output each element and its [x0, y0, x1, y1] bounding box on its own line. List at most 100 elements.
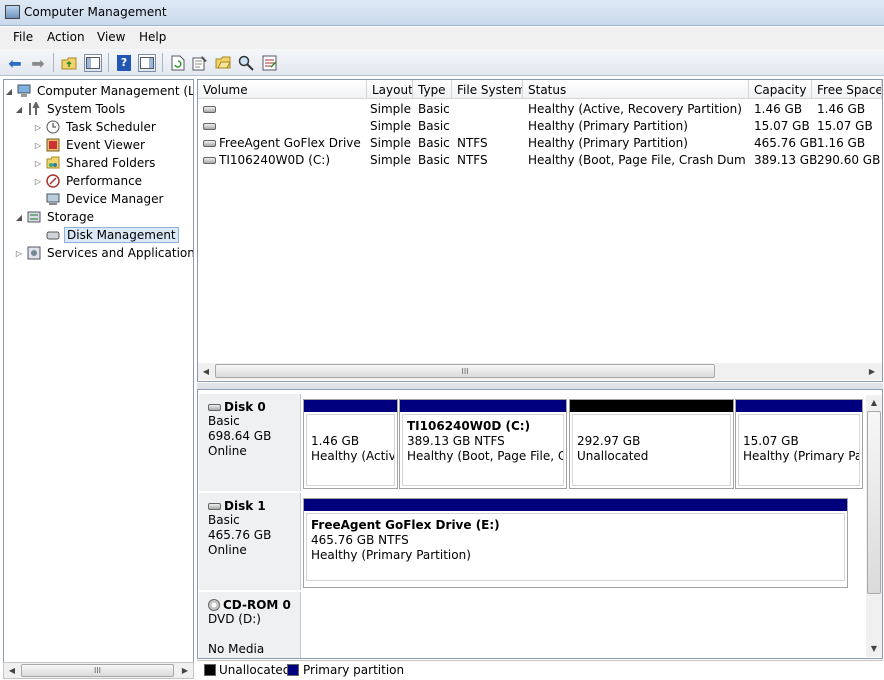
menu-action[interactable]: Action — [43, 30, 89, 44]
expand-icon[interactable]: ▷ — [33, 123, 43, 132]
partition-unallocated[interactable]: 292.97 GB Unallocated — [569, 399, 734, 489]
tree-label: Disk Management — [64, 227, 179, 243]
menu-view[interactable]: View — [93, 30, 129, 44]
cdrom-0-label[interactable]: CD-ROM 0 DVD (D:) No Media — [199, 592, 301, 658]
scroll-down-icon[interactable]: ▼ — [866, 641, 882, 656]
tree-item-event-viewer[interactable]: ▷ Event Viewer — [33, 136, 147, 154]
volume-list: Volume Layout Type File System Status Ca… — [197, 79, 883, 382]
tree-item-device-manager[interactable]: Device Manager — [33, 190, 165, 208]
legend-primary-partition: Primary partition — [303, 663, 405, 677]
tree-item-performance[interactable]: ▷ Performance — [33, 172, 144, 190]
disk-1-label[interactable]: Disk 1 Basic 465.76 GB Online — [199, 493, 301, 590]
up-folder-icon[interactable] — [60, 54, 78, 72]
tree-label: Computer Management (Local — [37, 84, 194, 98]
disk-view-vertical-scrollbar[interactable]: ▲ ▼ — [866, 395, 882, 657]
scroll-right-icon[interactable]: ▶ — [864, 364, 880, 379]
column-header-status[interactable]: Status — [523, 80, 749, 99]
toolbar-separator — [108, 53, 109, 72]
drive-icon — [203, 106, 216, 113]
services-icon — [26, 245, 42, 261]
show-hide-action-pane-icon[interactable] — [138, 54, 156, 72]
collapse-icon[interactable]: ◢ — [4, 87, 14, 96]
table-row[interactable]: Simple Basic Healthy (Active, Recovery P… — [198, 101, 882, 118]
expand-icon[interactable]: ▷ — [33, 177, 43, 186]
back-arrow-icon[interactable]: ⬅ — [6, 54, 24, 73]
disk-0-label[interactable]: Disk 0 Basic 698.64 GB Online — [199, 394, 301, 491]
computer-icon — [16, 83, 32, 99]
menu-bar: File Action View Help — [0, 27, 884, 49]
expand-icon[interactable]: ▷ — [14, 249, 24, 258]
tree-item-system-tools[interactable]: ◢ System Tools — [14, 100, 127, 118]
partition-c-drive[interactable]: TI106240W0D (C:) 389.13 GB NTFS Healthy (B… — [399, 399, 567, 489]
tree-item-computer-management[interactable]: ◢ Computer Management (Local — [4, 82, 194, 100]
tree-label: Services and Applications — [47, 246, 194, 260]
column-header-capacity[interactable]: Capacity — [749, 80, 812, 99]
scroll-right-icon[interactable]: ▶ — [177, 663, 193, 678]
scroll-thumb[interactable]: III — [215, 364, 715, 378]
disk-icon — [208, 403, 221, 411]
column-header-file-system[interactable]: File System — [452, 80, 523, 99]
tree-label: System Tools — [47, 102, 126, 116]
scroll-thumb[interactable] — [867, 411, 881, 594]
tree-item-disk-management[interactable]: Disk Management — [33, 226, 179, 244]
menu-help[interactable]: Help — [135, 30, 170, 44]
window-title: Computer Management — [24, 5, 167, 19]
toolbar-separator — [162, 53, 163, 72]
column-header-volume[interactable]: Volume — [198, 80, 367, 99]
collapse-icon[interactable]: ◢ — [14, 105, 24, 114]
table-row[interactable]: TI106240W0D (C:) Simple Basic NTFS Healt… — [198, 152, 882, 169]
performance-icon — [45, 173, 61, 189]
tree-item-storage[interactable]: ◢ Storage — [14, 208, 96, 226]
properties-icon[interactable] — [191, 54, 209, 72]
clock-icon — [45, 119, 61, 135]
drive-icon — [203, 157, 216, 164]
volume-list-horizontal-scrollbar[interactable]: ◀ III ▶ — [198, 363, 882, 380]
scroll-left-icon[interactable]: ◀ — [4, 663, 20, 678]
collapse-icon[interactable]: ◢ — [14, 213, 24, 222]
search-disk-icon[interactable] — [237, 54, 255, 72]
storage-icon — [26, 209, 42, 225]
partition-e-drive[interactable]: FreeAgent GoFlex Drive (E:) 465.76 GB NTF… — [303, 498, 848, 588]
toolbar-separator — [53, 53, 54, 72]
legend: Unallocated Primary partition — [197, 660, 883, 680]
column-header-free-space[interactable]: Free Space — [812, 80, 882, 99]
table-row[interactable]: Simple Basic Healthy (Primary Partition)… — [198, 118, 882, 135]
partition-primary-15gb[interactable]: 15.07 GB Healthy (Primary Part — [735, 399, 863, 489]
tree-item-shared-folders[interactable]: ▷ Shared Folders — [33, 154, 157, 172]
tree-label: Performance — [66, 174, 143, 188]
column-header-layout[interactable]: Layout — [367, 80, 413, 99]
table-row[interactable]: FreeAgent GoFlex Drive (E:) Simple Basic… — [198, 135, 882, 152]
tree-item-task-scheduler[interactable]: ▷ Task Scheduler — [33, 118, 158, 136]
export-list-icon[interactable] — [261, 54, 279, 72]
drive-icon — [203, 123, 216, 130]
tree-horizontal-scrollbar[interactable]: ◀ III ▶ — [3, 662, 194, 679]
open-folder-icon[interactable] — [214, 54, 232, 72]
scroll-thumb[interactable]: III — [21, 664, 174, 677]
scroll-up-icon[interactable]: ▲ — [866, 395, 882, 410]
event-viewer-icon — [45, 137, 61, 153]
disk-management-icon — [45, 227, 61, 243]
menu-file[interactable]: File — [9, 30, 37, 44]
primary-partition-bar — [400, 400, 566, 412]
partition-recovery[interactable]: 1.46 GB Healthy (Active — [303, 399, 398, 489]
forward-arrow-icon[interactable]: ➡ — [29, 54, 47, 73]
column-header-type[interactable]: Type — [413, 80, 452, 99]
expand-icon[interactable]: ▷ — [33, 141, 43, 150]
unallocated-swatch — [204, 664, 216, 676]
scroll-left-icon[interactable]: ◀ — [198, 364, 214, 379]
primary-partition-bar — [304, 400, 397, 412]
help-icon[interactable]: ? — [115, 54, 133, 72]
disk-graphical-view: Disk 0 Basic 698.64 GB Online 1.46 GB Hea… — [197, 389, 883, 659]
toolbar: ⬅ ➡ ? — [0, 49, 884, 76]
tree-item-services-applications[interactable]: ▷ Services and Applications — [14, 244, 194, 262]
legend-unallocated: Unallocated — [219, 663, 291, 677]
device-manager-icon — [45, 191, 61, 207]
tree-label: Task Scheduler — [66, 120, 156, 134]
tree-label: Device Manager — [66, 192, 164, 206]
title-bar: Computer Management — [0, 0, 884, 26]
primary-partition-bar — [304, 499, 847, 511]
refresh-icon[interactable] — [169, 54, 187, 72]
drive-icon — [203, 140, 216, 147]
expand-icon[interactable]: ▷ — [33, 159, 43, 168]
show-hide-tree-icon[interactable] — [84, 54, 102, 72]
